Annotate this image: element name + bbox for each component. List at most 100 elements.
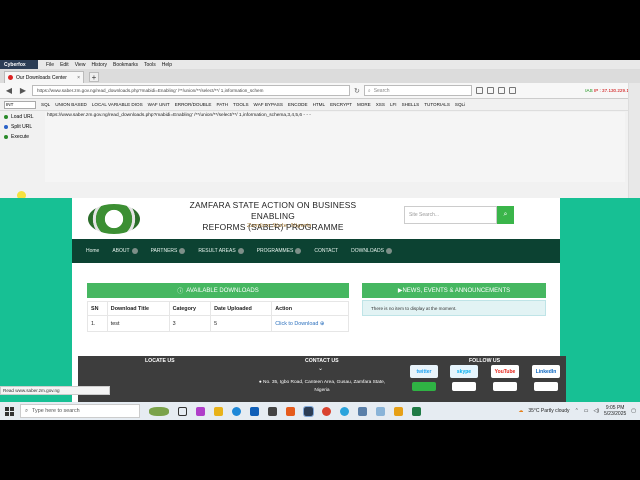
new-tab-button[interactable]: + (89, 72, 99, 82)
menu-file[interactable]: File (46, 62, 54, 68)
volume-icon[interactable]: ◁) (594, 408, 600, 414)
nav-contact[interactable]: CONTACT (314, 248, 338, 254)
clock-date: 5/23/2025 (604, 411, 627, 417)
hackbar-menu-xss[interactable]: XSS (376, 102, 385, 107)
menu-help[interactable]: Help (162, 62, 172, 68)
nav-programmes[interactable]: PROGRAMMES (257, 248, 302, 254)
youtube-icon[interactable]: YouTube (491, 365, 519, 378)
site-search-button[interactable]: ⌕ (497, 206, 514, 224)
nav-downloads[interactable]: DOWNLOADS (351, 248, 392, 254)
menu-tools[interactable]: Tools (144, 62, 156, 68)
site-search-input[interactable]: Site Search... (404, 206, 497, 224)
copilot-icon[interactable] (196, 406, 205, 416)
load-url-button[interactable]: Load URL (4, 112, 44, 122)
excel-icon[interactable] (412, 406, 421, 416)
hackbar-menu-error[interactable]: ERROR/DOUBLE (175, 102, 212, 107)
load-url-label: Load URL (11, 114, 34, 120)
task-view-icon[interactable] (178, 406, 187, 416)
menu-edit[interactable]: Edit (60, 62, 69, 68)
reload-icon[interactable]: ↻ (354, 87, 360, 95)
pinterest-icon[interactable] (534, 382, 558, 391)
nav-result-areas[interactable]: RESULT AREAS (198, 248, 244, 254)
taskbar-search-input[interactable]: ⌕ Type here to search (20, 404, 140, 418)
hackbar-url-textarea[interactable]: https://www.saber.zm.gov.ng/read_downloa… (45, 112, 625, 182)
hackbar-menu-waf-bypass[interactable]: WAF BYPASS (254, 102, 283, 107)
hackbar-menu-tools[interactable]: TOOLS (233, 102, 249, 107)
menu-view[interactable]: View (75, 62, 86, 68)
turtle-widget-icon[interactable] (149, 406, 169, 416)
windows-start-button[interactable] (0, 402, 18, 420)
bookmark-icon[interactable] (475, 87, 483, 94)
nav-result-areas-label: RESULT AREAS (198, 248, 236, 254)
edge-icon[interactable] (232, 406, 241, 416)
taskbar-search-placeholder: Type here to search (32, 408, 80, 414)
split-url-button[interactable]: Split URL (4, 122, 44, 132)
windows-logo-icon (4, 406, 14, 416)
hackbar-menu-waf-unit[interactable]: WAF UNIT (148, 102, 170, 107)
chrome-icon[interactable] (322, 406, 331, 416)
hackbar-menu-path[interactable]: PATH (216, 102, 228, 107)
sublime-icon[interactable] (394, 406, 403, 416)
browser-tab[interactable]: Our Downloads Center × (4, 71, 84, 83)
nav-home-label: Home (86, 248, 100, 254)
clock[interactable]: 9:05 PM 5/23/2025 (604, 405, 626, 417)
downloads-icon[interactable] (486, 87, 494, 94)
menu-history[interactable]: History (91, 62, 107, 68)
nav-about[interactable]: ABOUT (112, 248, 138, 254)
download-link[interactable]: Click to Download ⊕ (271, 315, 349, 332)
search-icon: ⌕ (503, 211, 508, 218)
nav-home[interactable]: Home (86, 248, 99, 254)
hackbar-menu-shells[interactable]: SHELLS (402, 102, 420, 107)
menu-bookmarks[interactable]: Bookmarks (113, 62, 138, 68)
browser-search-input[interactable]: ⌕ Search (363, 85, 472, 96)
footer-address: ● No. 35, Igbo Road, Canteen Area, Gusau… (248, 379, 396, 395)
site-logo[interactable] (88, 204, 140, 234)
hackbar-menu-encode[interactable]: ENCODE (288, 102, 308, 107)
hackbar-menu-local-var[interactable]: LOCAL VARIABLE DIOS (92, 102, 143, 107)
file-explorer-icon[interactable] (214, 406, 223, 416)
downloads-heading-text: AVAILABLE DOWNLOADS (186, 287, 259, 294)
chevron-up-icon[interactable]: ⌃ (575, 408, 579, 414)
address-bar-text: https://www.saber.zm.gov.ng/read_downloa… (37, 88, 264, 93)
weather-text[interactable]: 35°C Partly cloudy (528, 408, 569, 414)
nav-partners[interactable]: PARTNERS (151, 248, 186, 254)
document-icon[interactable] (358, 406, 367, 416)
hackbar-menu-more[interactable]: MORE (357, 102, 371, 107)
hackbar-mode-select[interactable]: INT (4, 100, 36, 109)
hackbar-menu-sqli[interactable]: SQLi (455, 102, 465, 107)
network-icon[interactable]: ▭ (584, 408, 589, 414)
browser-brand-button[interactable]: Cyberfox (0, 60, 38, 69)
table-header-row: SN Download Title Category Date Uploaded… (87, 301, 349, 316)
forward-arrow-icon[interactable]: ▶ (18, 86, 28, 95)
hackbar-toolbar: INT SQL UNION BASED LOCAL VARIABLE DIOS … (0, 99, 628, 111)
hackbar-menu-sql[interactable]: SQL (41, 102, 50, 107)
dropdown-icon (131, 248, 138, 254)
telegram-icon[interactable] (340, 406, 349, 416)
home-icon[interactable] (497, 87, 505, 94)
linkedin-icon[interactable]: LinkedIn (532, 365, 560, 378)
notification-icon[interactable]: ▢ (631, 408, 636, 414)
burp-suite-icon[interactable] (286, 406, 295, 416)
hackbar-menu-lfi[interactable]: LFI (390, 102, 397, 107)
hackbar-menu-html[interactable]: HTML (313, 102, 326, 107)
addon-icon[interactable] (508, 87, 516, 94)
store-icon[interactable] (268, 406, 277, 416)
hackbar-menu-tutorials[interactable]: TUTORIALS (424, 102, 450, 107)
browser-search-placeholder: Search (373, 87, 390, 94)
hackbar-menu-union[interactable]: UNION BASED (55, 102, 87, 107)
address-bar[interactable]: https://www.saber.zm.gov.ng/read_downloa… (32, 85, 350, 96)
tab-close-icon[interactable]: × (77, 75, 80, 81)
execute-button[interactable]: Execute (4, 132, 44, 142)
skype-icon[interactable]: skype (450, 365, 478, 378)
notepad-icon[interactable] (376, 406, 385, 416)
twitter-icon[interactable]: twitter (410, 365, 438, 378)
back-arrow-icon[interactable]: ◀ (4, 86, 14, 95)
cell-sn: 1. (87, 315, 108, 332)
hackbar-menu-encrypt[interactable]: ENCRYPT (330, 102, 352, 107)
outlook-icon[interactable] (250, 406, 259, 416)
instagram-icon[interactable] (493, 382, 517, 391)
googleplus-icon[interactable] (452, 382, 476, 391)
whatsapp-icon[interactable] (412, 382, 436, 391)
footer-follow-title: FOLLOW US (469, 358, 501, 364)
cyberfox-taskbar-icon[interactable] (303, 405, 314, 417)
